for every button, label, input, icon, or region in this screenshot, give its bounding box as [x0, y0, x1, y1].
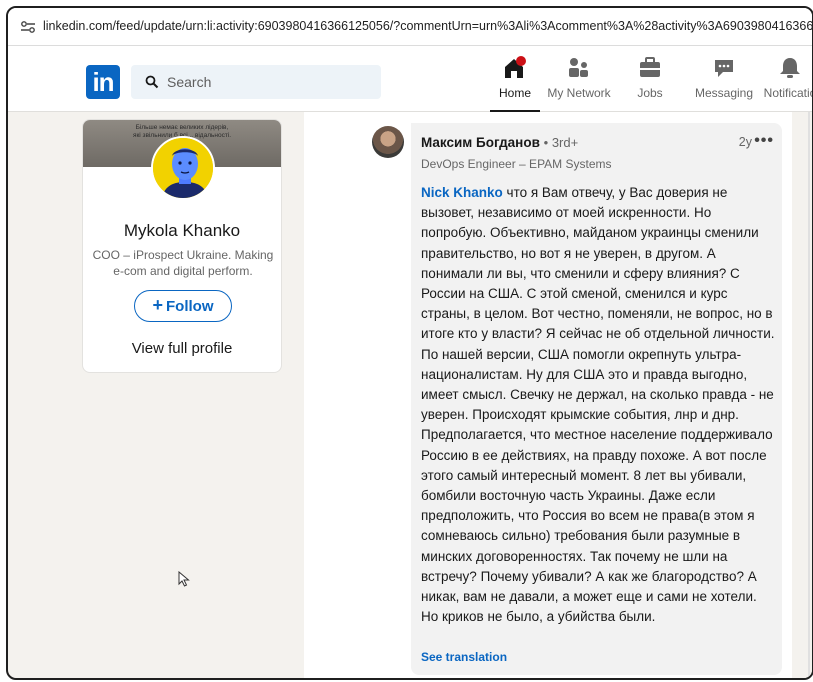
address-bar[interactable]: linkedin.com/feed/update/urn:li:activity… [8, 8, 812, 46]
profile-headline: COO – iProspect Ukraine. Making e-com an… [92, 248, 274, 278]
view-full-profile-link[interactable]: View full profile [83, 340, 281, 357]
search-input[interactable] [167, 65, 367, 99]
nav-home[interactable]: Home [490, 56, 540, 112]
search-box[interactable] [131, 65, 381, 99]
site-settings-icon[interactable] [20, 20, 36, 34]
follow-button[interactable]: + Follow [134, 290, 232, 322]
scrollbar-track[interactable] [808, 112, 810, 678]
nav-my-network[interactable]: My Network [544, 56, 614, 112]
nav-messaging[interactable]: Messaging [690, 56, 758, 112]
comment-text: Nick Khanko что я Вам отвечу, у Вас дове… [421, 183, 777, 627]
commenter-avatar[interactable] [372, 126, 404, 158]
more-options-icon[interactable]: ••• [754, 132, 774, 150]
linkedin-logo[interactable]: in [86, 65, 120, 99]
briefcase-icon [640, 57, 660, 77]
plus-icon: + [152, 295, 163, 315]
nav-notifications[interactable]: Notificatio [760, 56, 813, 112]
network-icon [569, 58, 588, 77]
search-icon [145, 75, 159, 89]
profile-card: Більше немає великих лідерів, які звільн… [82, 119, 282, 373]
comment-timestamp: 2y [738, 135, 752, 149]
comment-bubble: Максим Богданов • 3rd+ 2y ••• DevOps Eng… [411, 123, 782, 675]
bell-icon [780, 58, 800, 78]
comment-author-headline: DevOps Engineer – EPAM Systems [421, 157, 612, 171]
follow-label: Follow [166, 298, 214, 315]
nav-jobs[interactable]: Jobs [632, 56, 668, 112]
comment-body: что я Вам отвечу, у Вас доверия не вызов… [421, 185, 775, 625]
top-nav: in Home My Network [8, 46, 812, 112]
profile-avatar[interactable] [151, 136, 215, 200]
nav-messaging-label: Messaging [694, 86, 754, 100]
profile-name[interactable]: Mykola Khanko [83, 221, 281, 241]
browser-window: linkedin.com/feed/update/urn:li:activity… [6, 6, 813, 680]
reaction-icon [459, 678, 471, 680]
url-text[interactable]: linkedin.com/feed/update/urn:li:activity… [43, 19, 812, 33]
see-translation-link[interactable]: See translation [421, 650, 507, 664]
nav-home-label: Home [498, 86, 531, 100]
mouse-cursor-icon [178, 571, 190, 587]
nav-jobs-label: Jobs [637, 86, 663, 100]
comment-author[interactable]: Максим Богданов • 3rd+ [421, 135, 578, 150]
home-icon [505, 56, 526, 78]
nav-notifications-label: Notificatio [763, 86, 813, 100]
right-gutter [795, 112, 812, 678]
nav-my-network-label: My Network [547, 86, 611, 100]
connection-degree: • 3rd+ [543, 135, 579, 150]
avatar-illustration [153, 138, 213, 198]
comment-author-name[interactable]: Максим Богданов [421, 135, 540, 150]
messaging-icon [715, 60, 733, 77]
mention-link[interactable]: Nick Khanko [421, 185, 503, 200]
